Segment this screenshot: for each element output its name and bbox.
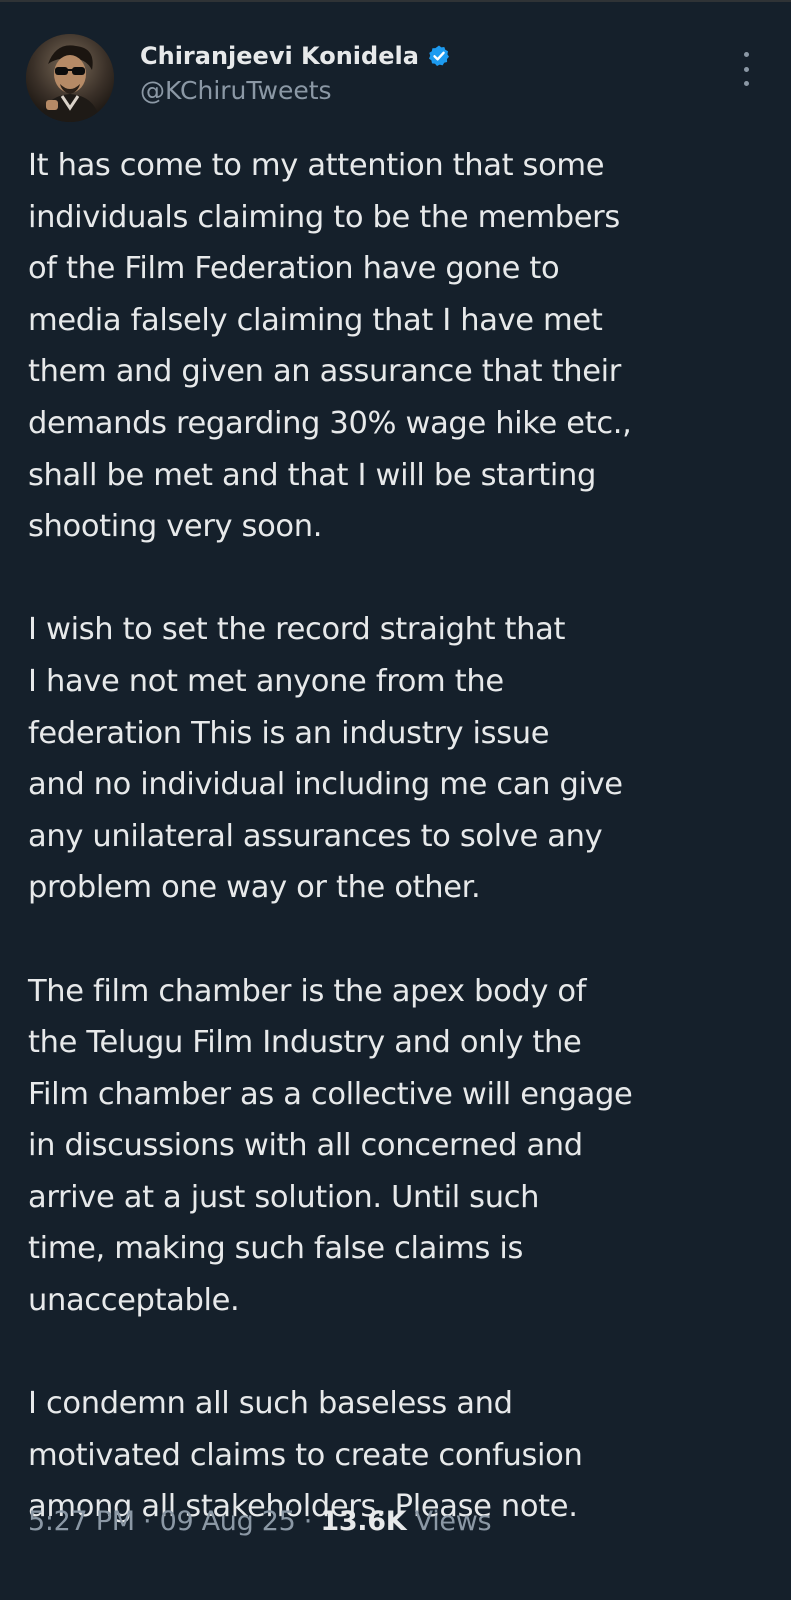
author-names: Chiranjeevi Konidela @KChiruTweets xyxy=(140,38,451,105)
tweet-meta: 5:27 PM · 09 Aug 25 · 13.6K Views xyxy=(28,1506,492,1537)
tweet-date[interactable]: 09 Aug 25 xyxy=(160,1506,296,1537)
tweet-header: Chiranjeevi Konidela @KChiruTweets xyxy=(26,34,766,124)
display-name[interactable]: Chiranjeevi Konidela xyxy=(140,42,419,70)
views-count[interactable]: 13.6K xyxy=(320,1506,406,1537)
verified-badge-icon xyxy=(427,44,451,68)
more-dot xyxy=(743,81,749,86)
meta-separator: · xyxy=(134,1506,160,1537)
more-options-icon[interactable] xyxy=(736,52,756,86)
author-handle[interactable]: @KChiruTweets xyxy=(140,76,451,105)
views-label: Views xyxy=(406,1506,492,1537)
avatar[interactable] xyxy=(26,34,114,122)
tweet-paragraph-3: The film chamber is the apex body of the… xyxy=(28,973,633,1319)
more-dot xyxy=(743,66,749,72)
more-dot xyxy=(743,52,749,57)
tweet-time[interactable]: 5:27 PM xyxy=(28,1506,135,1537)
display-name-row: Chiranjeevi Konidela xyxy=(140,38,451,74)
avatar-image xyxy=(26,34,114,122)
meta-separator: · xyxy=(295,1506,321,1537)
tweet-text: It has come to my attention that some in… xyxy=(28,140,778,1533)
tweet-paragraph-2: I wish to set the record straight that I… xyxy=(28,612,623,906)
tweet-paragraph-4: I condemn all such baseless and motivate… xyxy=(28,1386,583,1525)
tweet-paragraph-1: It has come to my attention that some in… xyxy=(28,148,632,545)
top-divider xyxy=(0,0,791,2)
